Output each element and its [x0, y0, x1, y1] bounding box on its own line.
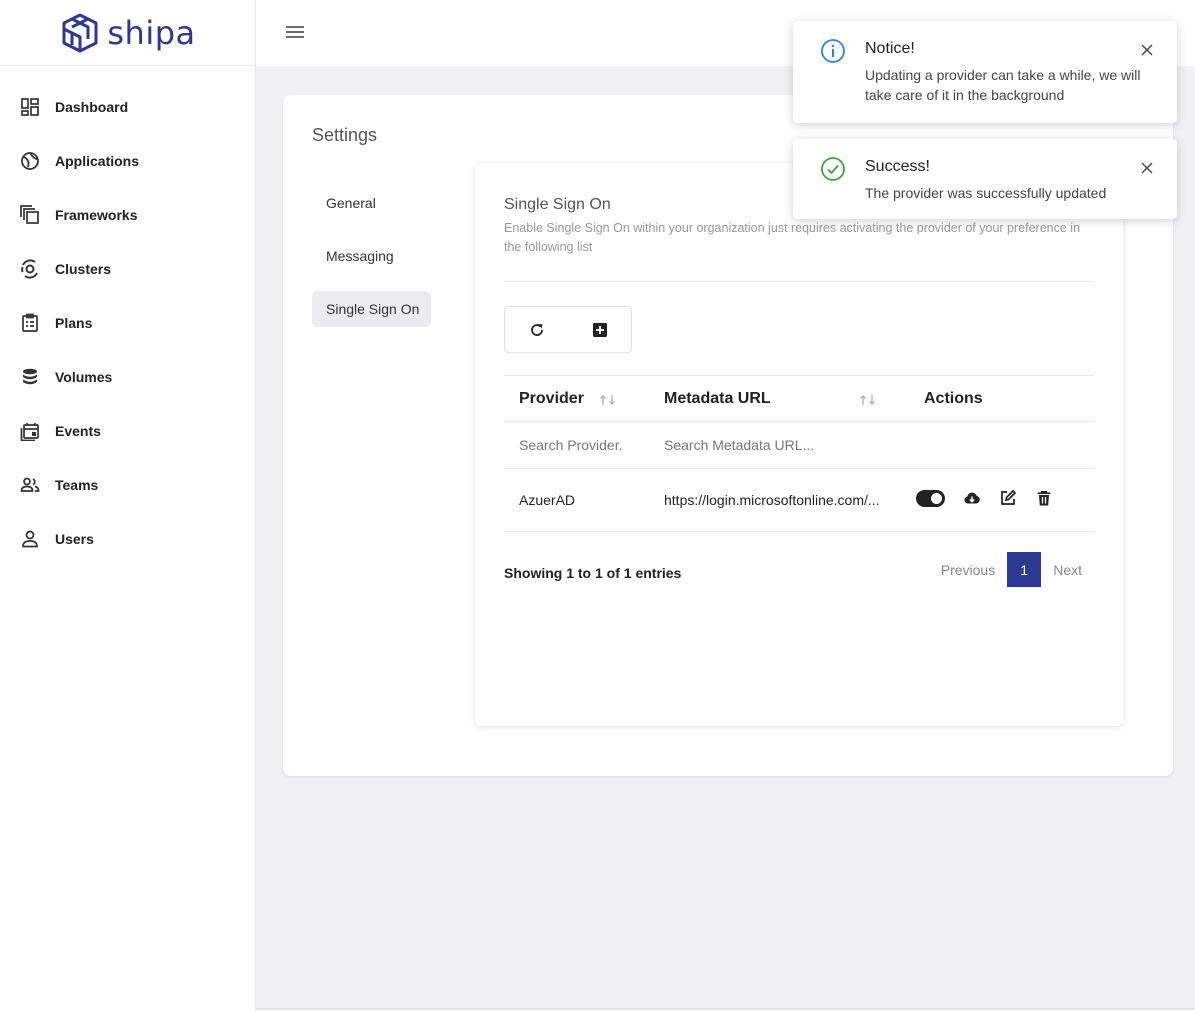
sidebar-item-label: Plans — [55, 315, 93, 331]
users-icon — [22, 530, 38, 548]
sidebar-item-label: Applications — [55, 153, 140, 169]
close-icon[interactable] — [1140, 43, 1154, 57]
column-header-metadata-url[interactable]: Metadata URL — [664, 390, 771, 408]
add-provider-button[interactable] — [568, 307, 631, 352]
shipa-logo-icon — [62, 13, 98, 52]
add-box-icon — [592, 322, 607, 337]
plans-icon — [22, 313, 38, 332]
sidebar-item-label: Teams — [55, 477, 99, 493]
tab-general[interactable]: General — [312, 185, 432, 221]
search-metadata-url-input[interactable] — [664, 432, 894, 458]
teams-icon — [20, 477, 40, 492]
divider — [256, 1008, 1195, 1009]
pagination: Previous 1 Next — [929, 552, 1094, 587]
dashboard-icon — [21, 98, 39, 116]
tab-single-sign-on[interactable]: Single Sign On — [312, 291, 431, 327]
section-description: Enable Single Sign On within your organi… — [504, 221, 1081, 254]
events-icon — [20, 423, 39, 441]
sidebar-nav: Dashboard Applications Frameworks Cluste… — [0, 66, 255, 566]
sidebar-item-plans[interactable]: Plans — [0, 296, 255, 350]
sidebar-item-volumes[interactable]: Volumes — [0, 350, 255, 404]
filter-row — [504, 422, 1094, 469]
row-actions — [916, 489, 1053, 507]
metadata-url-cell: https://login.microsoftonline.com/... — [664, 492, 880, 508]
frameworks-icon — [20, 205, 39, 224]
cloud-download-icon[interactable] — [963, 489, 981, 507]
refresh-button[interactable] — [505, 307, 568, 352]
toast-message: The provider was successfully updated — [865, 185, 1107, 201]
brand-name: shipa — [107, 13, 196, 52]
sidebar-item-label: Frameworks — [55, 207, 138, 223]
clusters-icon — [21, 259, 38, 279]
delete-icon[interactable] — [1035, 489, 1053, 507]
sidebar-item-label: Users — [55, 531, 94, 547]
search-provider-input[interactable] — [519, 432, 649, 458]
previous-page-button[interactable]: Previous — [929, 562, 1007, 578]
section-title: Single Sign On — [504, 196, 611, 213]
table-row: AzuerAD https://login.microsoftonline.co… — [504, 469, 1094, 532]
sidebar-item-dashboard[interactable]: Dashboard — [0, 80, 255, 134]
brand-logo[interactable]: shipa — [0, 0, 255, 66]
volumes-icon — [23, 368, 37, 385]
sidebar-item-clusters[interactable]: Clusters — [0, 242, 255, 296]
sidebar-item-users[interactable]: Users — [0, 512, 255, 566]
sort-icon[interactable] — [858, 394, 878, 406]
toast-title: Success! — [865, 158, 930, 175]
close-icon[interactable] — [1140, 161, 1154, 175]
refresh-icon — [530, 323, 543, 336]
sidebar-item-applications[interactable]: Applications — [0, 134, 255, 188]
provider-cell: AzuerAD — [519, 492, 576, 508]
sidebar-item-events[interactable]: Events — [0, 404, 255, 458]
tab-messaging[interactable]: Messaging — [312, 238, 432, 274]
toast-title: Notice! — [865, 40, 915, 57]
divider — [504, 281, 1094, 282]
page-number-button[interactable]: 1 — [1007, 552, 1042, 587]
toast-message: Updating a provider can take a while, we… — [865, 67, 1141, 103]
page-title: Settings — [312, 125, 378, 145]
sidebar-item-teams[interactable]: Teams — [0, 458, 255, 512]
sidebar-item-label: Dashboard — [55, 99, 129, 115]
sidebar-item-label: Volumes — [55, 369, 113, 385]
applications-icon — [21, 152, 39, 170]
check-circle-icon — [821, 157, 845, 181]
settings-tabs: General Messaging Single Sign On — [312, 185, 432, 344]
sidebar-item-frameworks[interactable]: Frameworks — [0, 188, 255, 242]
sort-icon[interactable] — [598, 394, 618, 406]
providers-table: Provider Metadata URL Actions AzuerAD ht… — [504, 375, 1094, 532]
sidebar: shipa Dashboard Applications Frameworks … — [0, 0, 256, 1011]
notice-toast: Notice! Updating a provider can take a w… — [793, 21, 1177, 123]
entries-count: Showing 1 to 1 of 1 entries — [504, 565, 682, 581]
sidebar-item-label: Clusters — [55, 261, 112, 277]
edit-icon[interactable] — [999, 489, 1017, 507]
next-page-button[interactable]: Next — [1041, 562, 1094, 578]
hamburger-menu-icon[interactable] — [284, 22, 306, 42]
table-toolbar — [504, 306, 632, 353]
sidebar-item-label: Events — [55, 423, 101, 439]
column-header-provider[interactable]: Provider — [519, 390, 584, 408]
sso-card: Single Sign On Enable Single Sign On wit… — [475, 163, 1123, 726]
table-header: Provider Metadata URL Actions — [504, 375, 1094, 422]
enable-provider-toggle[interactable] — [916, 489, 945, 507]
info-icon — [821, 39, 845, 63]
success-toast: Success! The provider was successfully u… — [793, 139, 1177, 219]
column-header-actions: Actions — [924, 390, 983, 407]
table-footer: Showing 1 to 1 of 1 entries Previous 1 N… — [504, 552, 1094, 588]
